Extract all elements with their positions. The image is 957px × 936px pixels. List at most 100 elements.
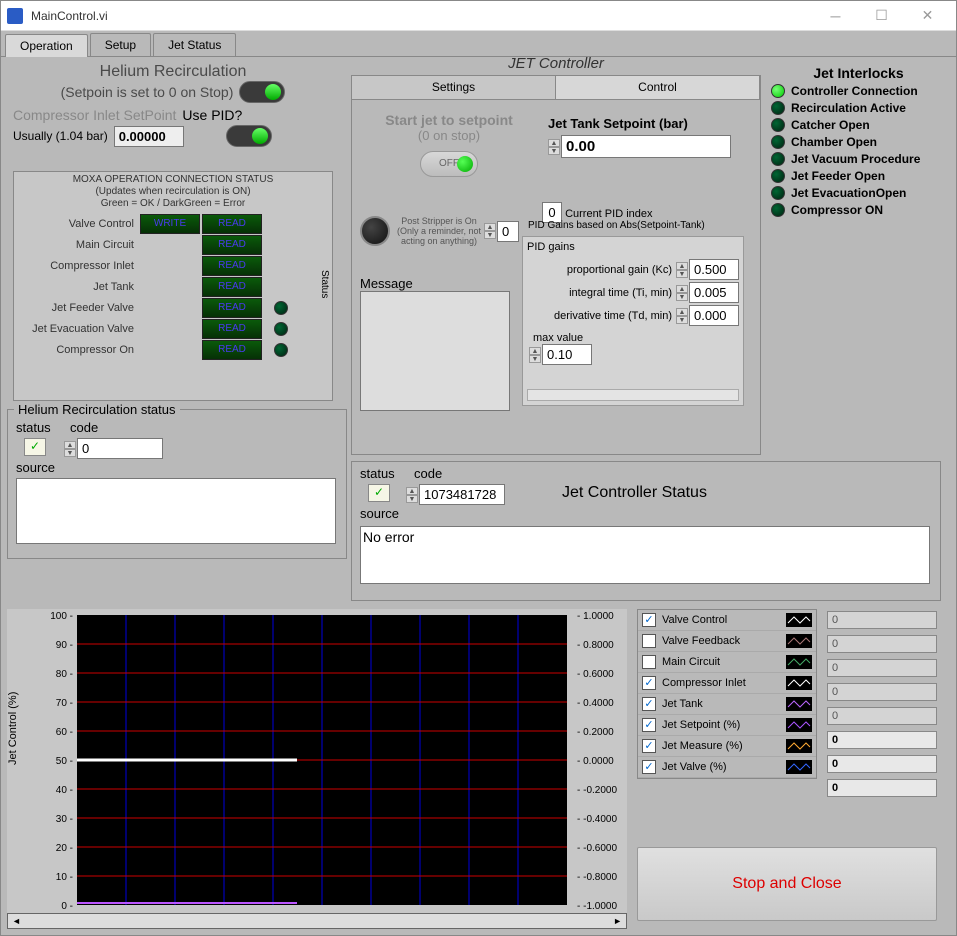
chart-ytick: 50 - [45,756,73,767]
js-source-label: source [360,506,399,521]
chart-ytick: 90 - [45,640,73,651]
use-pid-label: Use PID? [182,107,242,123]
legend-checkbox[interactable] [642,655,656,669]
he-source-label: source [16,460,55,475]
moxa-write-button[interactable]: WRITE [140,214,200,234]
value-box-3: 0 [827,683,937,701]
legend-checkbox[interactable] [642,634,656,648]
he-status-check: ✓ [24,438,46,456]
pid-td-label: derivative time (Td, min) [554,310,672,322]
chart-y2tick: - 0.0000 [577,756,627,767]
chart-plot-area[interactable] [77,615,567,905]
js-code-value[interactable] [419,484,505,505]
start-jet-button[interactable]: OFF [420,151,478,177]
pid-kc-label: proportional gain (Kc) [567,264,672,276]
he-source-text[interactable] [16,478,336,544]
moxa-read-button[interactable]: READ [202,214,262,234]
moxa-read-button[interactable]: READ [202,340,262,360]
js-code-label: code [414,466,442,481]
pid-gains-title: PID gains [527,241,739,253]
legend-swatch [786,613,812,627]
interlock-led [771,169,785,183]
he-code-label: code [70,420,98,435]
compressor-setpoint-input[interactable] [114,126,184,147]
moxa-read-button[interactable]: READ [202,256,262,276]
tab-setup[interactable]: Setup [90,33,151,56]
js-status-label: status [360,466,395,481]
interlock-label: Jet Feeder Open [791,169,885,183]
chart-y2tick: - 0.4000 [577,698,627,709]
chart-ytick: 20 - [45,843,73,854]
chart-y2tick: - -0.4000 [577,814,627,825]
legend-swatch [786,739,812,753]
jet-status-panel: status code ✓ ▲▼ source Jet Controller S… [351,461,941,601]
jet-message-text[interactable] [360,291,510,411]
legend-label: Compressor Inlet [662,677,786,689]
legend-swatch [786,760,812,774]
legend-checkbox[interactable] [642,613,656,627]
pid-td-input[interactable] [689,305,739,326]
moxa-read-button[interactable]: READ [202,319,262,339]
interlock-label: Chamber Open [791,135,877,149]
minimize-button[interactable]: ─ [813,2,858,30]
legend-checkbox[interactable] [642,760,656,774]
pid-scrollbar[interactable] [527,389,739,401]
pid-kc-input[interactable] [689,259,739,280]
legend-checkbox[interactable] [642,718,656,732]
interlock-led [771,152,785,166]
moxa-read-button[interactable]: READ [202,235,262,255]
interlocks-panel: Jet Interlocks Controller ConnectionReci… [771,65,946,220]
moxa-read-button[interactable]: READ [202,298,262,318]
legend-checkbox[interactable] [642,739,656,753]
legend-row-1: Valve Feedback [638,631,816,652]
interlock-led [771,101,785,115]
legend-label: Valve Feedback [662,635,786,647]
chart-ytick: 0 - [45,901,73,912]
interlock-label: Jet Vacuum Procedure [791,152,920,166]
legend-swatch [786,634,812,648]
post-stripper-led [360,216,390,246]
pid-max-input[interactable] [542,344,592,365]
post-stripper-label: Post Stripper is On (Only a reminder, no… [394,216,484,246]
value-box-0: 0 [827,611,937,629]
moxa-row-1: Main CircuitREAD [20,235,326,255]
pid-index-label: Current PID index [565,208,652,220]
use-pid-toggle[interactable] [226,125,272,147]
js-source-text[interactable] [360,526,930,584]
chart-y2tick: - -0.2000 [577,785,627,796]
jet-tank-input[interactable] [561,135,731,158]
moxa-read-button[interactable]: READ [202,277,262,297]
helium-recirc-toggle[interactable] [239,81,285,103]
chart-scrollbar[interactable]: ◄► [7,913,627,929]
value-box-2: 0 [827,659,937,677]
moxa-row-4: Jet Feeder ValveREAD [20,298,326,318]
interlock-row-5: Jet Feeder Open [771,169,946,183]
legend-swatch [786,697,812,711]
pid-ti-input[interactable] [689,282,739,303]
jet-tab-control[interactable]: Control [556,76,760,99]
stop-and-close-button[interactable]: Stop and Close [637,847,937,921]
he-status-label: status [16,420,51,435]
legend-checkbox[interactable] [642,676,656,690]
legend-label: Jet Valve (%) [662,761,786,773]
tab-operation[interactable]: Operation [5,34,88,57]
interlock-row-6: Jet EvacuationOpen [771,186,946,200]
interlock-led [771,135,785,149]
legend-label: Jet Tank [662,698,786,710]
tab-jet-status[interactable]: Jet Status [153,33,236,56]
maximize-button[interactable]: ☐ [859,2,904,30]
pid-max-label: max value [533,332,739,344]
jet-tab-settings[interactable]: Settings [352,76,556,99]
legend-label: Main Circuit [662,656,786,668]
titlebar: MainControl.vi ─ ☐ ✕ [1,1,956,31]
chart-y2tick: - -1.0000 [577,901,627,912]
moxa-row-3: Jet TankREAD [20,277,326,297]
legend-checkbox[interactable] [642,697,656,711]
start-jet-sub: (0 on stop) [364,128,534,143]
interlocks-title: Jet Interlocks [771,65,946,81]
post-stripper-spin[interactable] [497,221,519,242]
he-code-value[interactable] [77,438,163,459]
jet-controller-panel: Settings Control Start jet to setpoint (… [351,75,761,455]
close-button[interactable]: ✕ [905,2,950,30]
legend-swatch [786,655,812,669]
